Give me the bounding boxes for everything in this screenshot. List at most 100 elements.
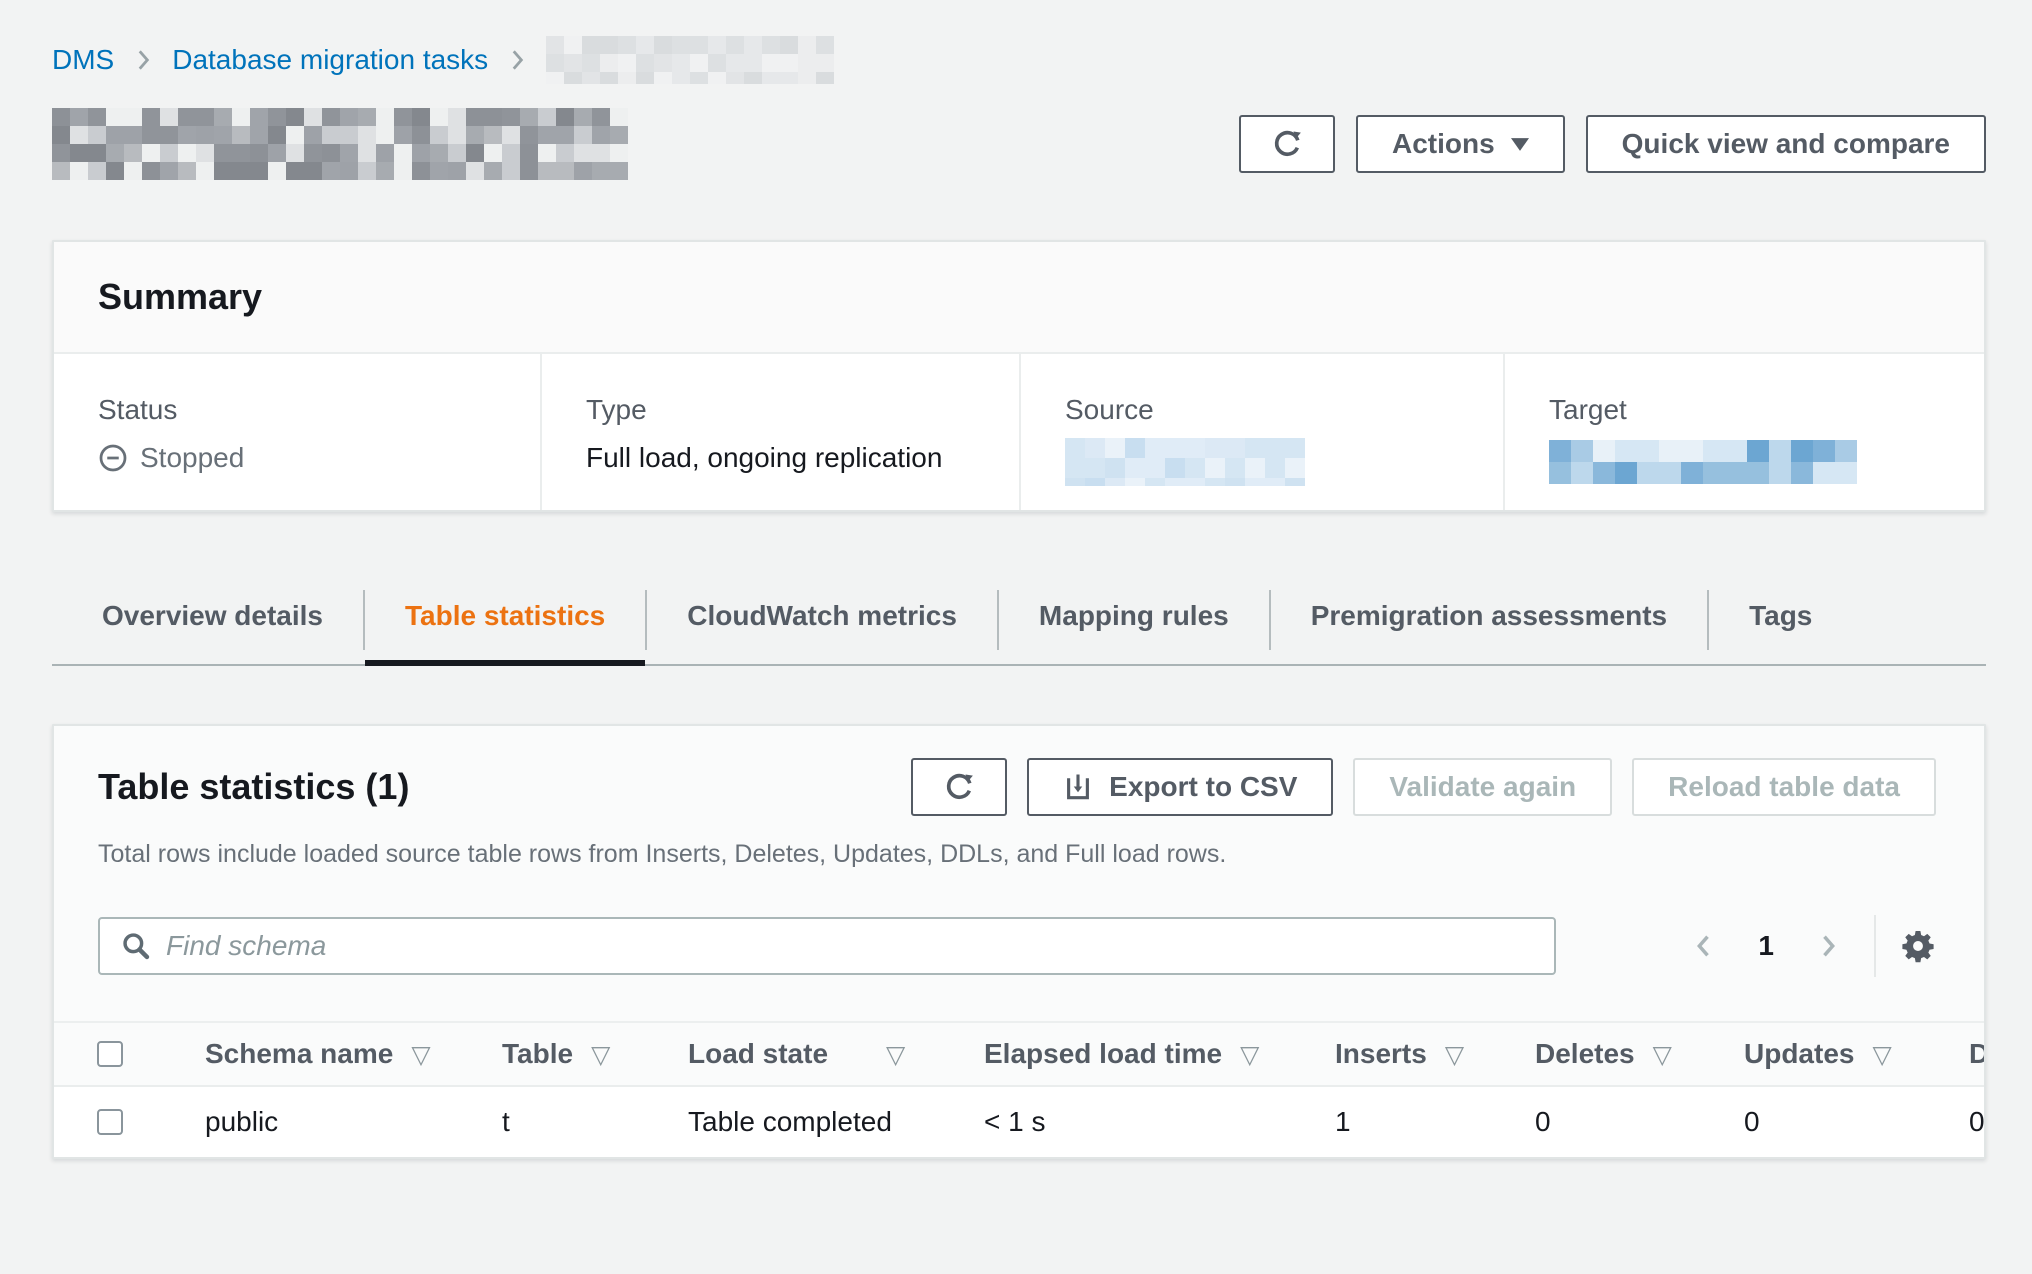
- gear-icon: [1900, 928, 1936, 964]
- table-refresh-button[interactable]: [911, 758, 1007, 816]
- sort-triangle-icon: ▽: [1445, 1040, 1464, 1069]
- table-statistics-actions: Export to CSV Validate again Reload tabl…: [911, 758, 1936, 816]
- summary-field-source: Source: [1019, 354, 1503, 510]
- tab-table-statistics[interactable]: Table statistics: [365, 584, 645, 666]
- sort-triangle-icon: ▽: [411, 1040, 430, 1069]
- source-value-redacted: [1065, 438, 1305, 486]
- column-header-load-state[interactable]: Load state ▽: [648, 1038, 944, 1070]
- download-icon: [1063, 772, 1093, 802]
- tab-tags[interactable]: Tags: [1709, 584, 1852, 666]
- target-label: Target: [1549, 394, 1984, 426]
- column-label: Table: [502, 1038, 573, 1070]
- validate-again-button[interactable]: Validate again: [1353, 758, 1612, 816]
- cell-elapsed-load-time: < 1 s: [944, 1106, 1295, 1138]
- column-header-updates[interactable]: Updates ▽: [1704, 1038, 1929, 1070]
- chevron-right-icon: [504, 47, 530, 73]
- status-label: Status: [98, 394, 540, 426]
- row-select-cell: [54, 1109, 165, 1135]
- quick-view-compare-button[interactable]: Quick view and compare: [1586, 115, 1986, 173]
- select-all-cell: [54, 1041, 165, 1067]
- preferences-button[interactable]: [1900, 928, 1936, 964]
- column-label: Deletes: [1535, 1038, 1635, 1070]
- cell-inserts: 1: [1295, 1106, 1495, 1138]
- task-tabs: Overview details Table statistics CloudW…: [52, 584, 1986, 666]
- sort-triangle-icon: ▽: [886, 1040, 905, 1069]
- quick-view-compare-label: Quick view and compare: [1622, 128, 1950, 160]
- circle-minus-icon: [98, 443, 128, 473]
- column-header-deletes[interactable]: Deletes ▽: [1495, 1038, 1704, 1070]
- column-header-table[interactable]: Table ▽: [462, 1038, 648, 1070]
- table-header-row: Schema name ▽ Table ▽ Load state ▽ Ela: [54, 1021, 1984, 1087]
- actions-button-label: Actions: [1392, 128, 1495, 160]
- export-to-csv-button[interactable]: Export to CSV: [1027, 758, 1333, 816]
- summary-field-status: Status Stopped: [54, 354, 540, 510]
- cell-table: t: [462, 1106, 648, 1138]
- next-page-button[interactable]: [1800, 932, 1856, 960]
- column-label: Load state: [688, 1038, 828, 1070]
- row-checkbox[interactable]: [97, 1109, 123, 1135]
- current-page-number[interactable]: 1: [1732, 930, 1800, 962]
- target-value-redacted: [1549, 440, 1865, 484]
- reload-table-data-button[interactable]: Reload table data: [1632, 758, 1936, 816]
- column-header-inserts[interactable]: Inserts ▽: [1295, 1038, 1495, 1070]
- summary-card-header: Summary: [54, 242, 1984, 354]
- refresh-icon: [942, 770, 976, 804]
- summary-field-type: Type Full load, ongoing replication: [540, 354, 1019, 510]
- column-header-schema-name[interactable]: Schema name ▽: [165, 1038, 462, 1070]
- tab-premigration-assessments[interactable]: Premigration assessments: [1271, 584, 1707, 666]
- breadcrumb: DMS Database migration tasks: [52, 0, 1986, 84]
- select-all-checkbox[interactable]: [97, 1041, 123, 1067]
- refresh-button[interactable]: [1239, 115, 1335, 173]
- type-value: Full load, ongoing replication: [586, 442, 1019, 474]
- previous-page-button[interactable]: [1676, 932, 1732, 960]
- summary-title: Summary: [98, 276, 262, 318]
- caret-down-icon: [1511, 138, 1529, 151]
- column-label: Updates: [1744, 1038, 1854, 1070]
- table-scroll-area[interactable]: Schema name ▽ Table ▽ Load state ▽ Ela: [54, 1021, 1984, 1157]
- table-statistics-description: Total rows include loaded source table r…: [98, 840, 1936, 869]
- status-value: Stopped: [140, 442, 244, 474]
- table-statistics-title: Table statistics (1): [98, 766, 409, 808]
- table-statistics-card: Table statistics (1): [52, 724, 1986, 1159]
- breadcrumb-current-redacted: [546, 36, 848, 84]
- column-header-elapsed-load-time[interactable]: Elapsed load time ▽: [944, 1038, 1295, 1070]
- cell-schema-name: public: [165, 1106, 462, 1138]
- pagination: 1: [1676, 915, 1936, 977]
- column-label: DDLs: [1969, 1038, 1984, 1070]
- source-label: Source: [1065, 394, 1503, 426]
- type-label: Type: [586, 394, 1019, 426]
- dms-task-page: DMS Database migration tasks: [0, 0, 2032, 1274]
- summary-field-target: Target: [1503, 354, 1984, 510]
- validate-again-label: Validate again: [1389, 771, 1576, 803]
- tab-mapping-rules[interactable]: Mapping rules: [999, 584, 1269, 666]
- refresh-icon: [1270, 127, 1304, 161]
- cell-ddls: 0: [1929, 1106, 1984, 1138]
- column-label: Schema name: [205, 1038, 393, 1070]
- cell-load-state: Table completed: [648, 1106, 944, 1138]
- sort-triangle-icon: ▽: [591, 1040, 610, 1069]
- schema-search-box[interactable]: [98, 917, 1556, 975]
- export-to-csv-label: Export to CSV: [1109, 771, 1297, 803]
- pagination-divider: [1874, 915, 1876, 977]
- reload-table-data-label: Reload table data: [1668, 771, 1900, 803]
- actions-button[interactable]: Actions: [1356, 115, 1565, 173]
- chevron-right-icon: [130, 47, 156, 73]
- tab-cloudwatch-metrics[interactable]: CloudWatch metrics: [647, 584, 997, 666]
- page-header: Actions Quick view and compare: [52, 108, 1986, 180]
- column-label: Inserts: [1335, 1038, 1427, 1070]
- header-actions: Actions Quick view and compare: [1239, 115, 1986, 173]
- breadcrumb-link-dms[interactable]: DMS: [52, 44, 114, 76]
- tab-overview-details[interactable]: Overview details: [62, 584, 363, 666]
- schema-search-input[interactable]: [166, 930, 1534, 962]
- cell-deletes: 0: [1495, 1106, 1704, 1138]
- summary-card-body: Status Stopped Type Full load, ongoing r…: [54, 354, 1984, 510]
- sort-triangle-icon: ▽: [1653, 1040, 1672, 1069]
- breadcrumb-link-tasks[interactable]: Database migration tasks: [172, 44, 488, 76]
- summary-card: Summary Status Stopped Type: [52, 240, 1986, 512]
- table-row[interactable]: public t Table completed < 1 s 1 0 0 0: [54, 1087, 1984, 1157]
- search-icon: [120, 930, 152, 962]
- table-statistics-table: Schema name ▽ Table ▽ Load state ▽ Ela: [54, 1021, 1984, 1157]
- table-toolbar: 1: [98, 915, 1936, 977]
- column-header-ddls[interactable]: DDLs ▽: [1929, 1038, 1984, 1070]
- column-label: Elapsed load time: [984, 1038, 1222, 1070]
